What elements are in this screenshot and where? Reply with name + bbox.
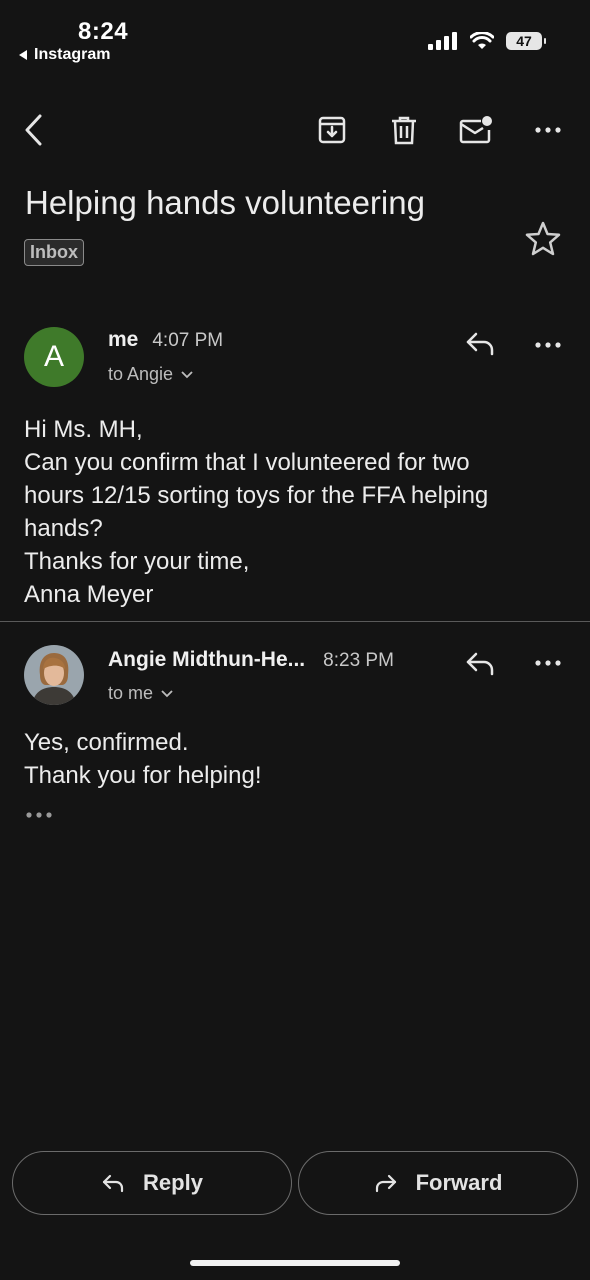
message-body: Hi Ms. MH, Can you confirm that I volunt… xyxy=(24,413,488,611)
body-line: hands? xyxy=(24,515,103,542)
back-button[interactable] xyxy=(16,112,52,148)
more-icon xyxy=(535,660,561,666)
archive-icon xyxy=(318,116,346,144)
archive-button[interactable] xyxy=(314,112,350,148)
ellipsis-icon xyxy=(26,812,52,818)
body-line: Thanks for your time, xyxy=(24,548,250,575)
show-trimmed-content-button[interactable] xyxy=(26,812,52,818)
forward-label: Forward xyxy=(415,1170,503,1195)
delete-button[interactable] xyxy=(386,112,422,148)
body-line: Hi Ms. MH, xyxy=(24,416,143,443)
message-time: 8:23 PM xyxy=(323,650,394,671)
reply-button[interactable] xyxy=(464,330,496,358)
reply-icon xyxy=(466,332,494,356)
recipient-details-toggle[interactable]: to me xyxy=(108,683,173,704)
message-divider xyxy=(0,621,590,622)
home-indicator[interactable] xyxy=(190,1260,400,1266)
recipient-line: to Angie xyxy=(108,364,174,384)
body-line: Thank you for helping! xyxy=(24,762,262,789)
more-icon xyxy=(535,127,561,133)
battery-indicator: 47 xyxy=(506,32,546,50)
message-body: Yes, confirmed. Thank you for helping! xyxy=(24,726,261,792)
trash-icon xyxy=(392,116,416,145)
more-options-button[interactable] xyxy=(530,112,566,148)
reply-label: Reply xyxy=(143,1170,203,1195)
message-more-button[interactable] xyxy=(535,342,561,348)
sender-name: Angie Midthun-He... xyxy=(108,648,306,671)
sender-name: me xyxy=(108,328,139,351)
body-line: Can you confirm that I volunteered for t… xyxy=(24,449,470,476)
chevron-down-icon xyxy=(181,370,193,378)
message-time: 4:07 PM xyxy=(152,330,224,351)
back-app-label: Instagram xyxy=(34,46,111,63)
email-subject: Helping hands volunteering xyxy=(25,184,425,221)
back-to-app-link[interactable]: Instagram xyxy=(18,46,110,64)
sender-avatar-photo[interactable] xyxy=(24,645,84,705)
message-header: me 4:07 PM xyxy=(108,328,223,352)
forward-icon xyxy=(375,1174,396,1193)
reply-icon xyxy=(102,1174,124,1193)
status-indicators: 47 xyxy=(428,32,546,50)
signal-icon xyxy=(428,32,457,50)
reply-icon xyxy=(466,652,494,676)
message-header: Angie Midthun-He... 8:23 PM xyxy=(108,648,394,672)
recipient-details-toggle[interactable]: to Angie xyxy=(108,364,193,385)
chevron-down-icon xyxy=(161,689,173,697)
star-button[interactable] xyxy=(524,220,562,258)
status-time: 8:24 xyxy=(78,18,129,45)
body-line: Anna Meyer xyxy=(24,581,154,608)
more-icon xyxy=(535,342,561,348)
forward-action-button[interactable]: Forward xyxy=(298,1151,578,1215)
reply-button[interactable] xyxy=(464,650,496,678)
mark-unread-button[interactable] xyxy=(458,112,494,148)
recipient-line: to me xyxy=(108,683,154,703)
inbox-label-chip[interactable]: Inbox xyxy=(24,239,84,266)
reply-action-button[interactable]: Reply xyxy=(12,1151,292,1215)
back-triangle-icon xyxy=(19,50,27,60)
sender-avatar[interactable]: A xyxy=(24,327,84,387)
back-arrow-icon xyxy=(25,114,42,146)
star-icon xyxy=(525,221,561,256)
mark-unread-icon xyxy=(459,116,492,144)
body-line: hours 12/15 sorting toys for the FFA hel… xyxy=(24,482,489,509)
body-line: Yes, confirmed. xyxy=(24,729,189,756)
message-more-button[interactable] xyxy=(535,660,561,666)
wifi-icon xyxy=(470,32,494,49)
